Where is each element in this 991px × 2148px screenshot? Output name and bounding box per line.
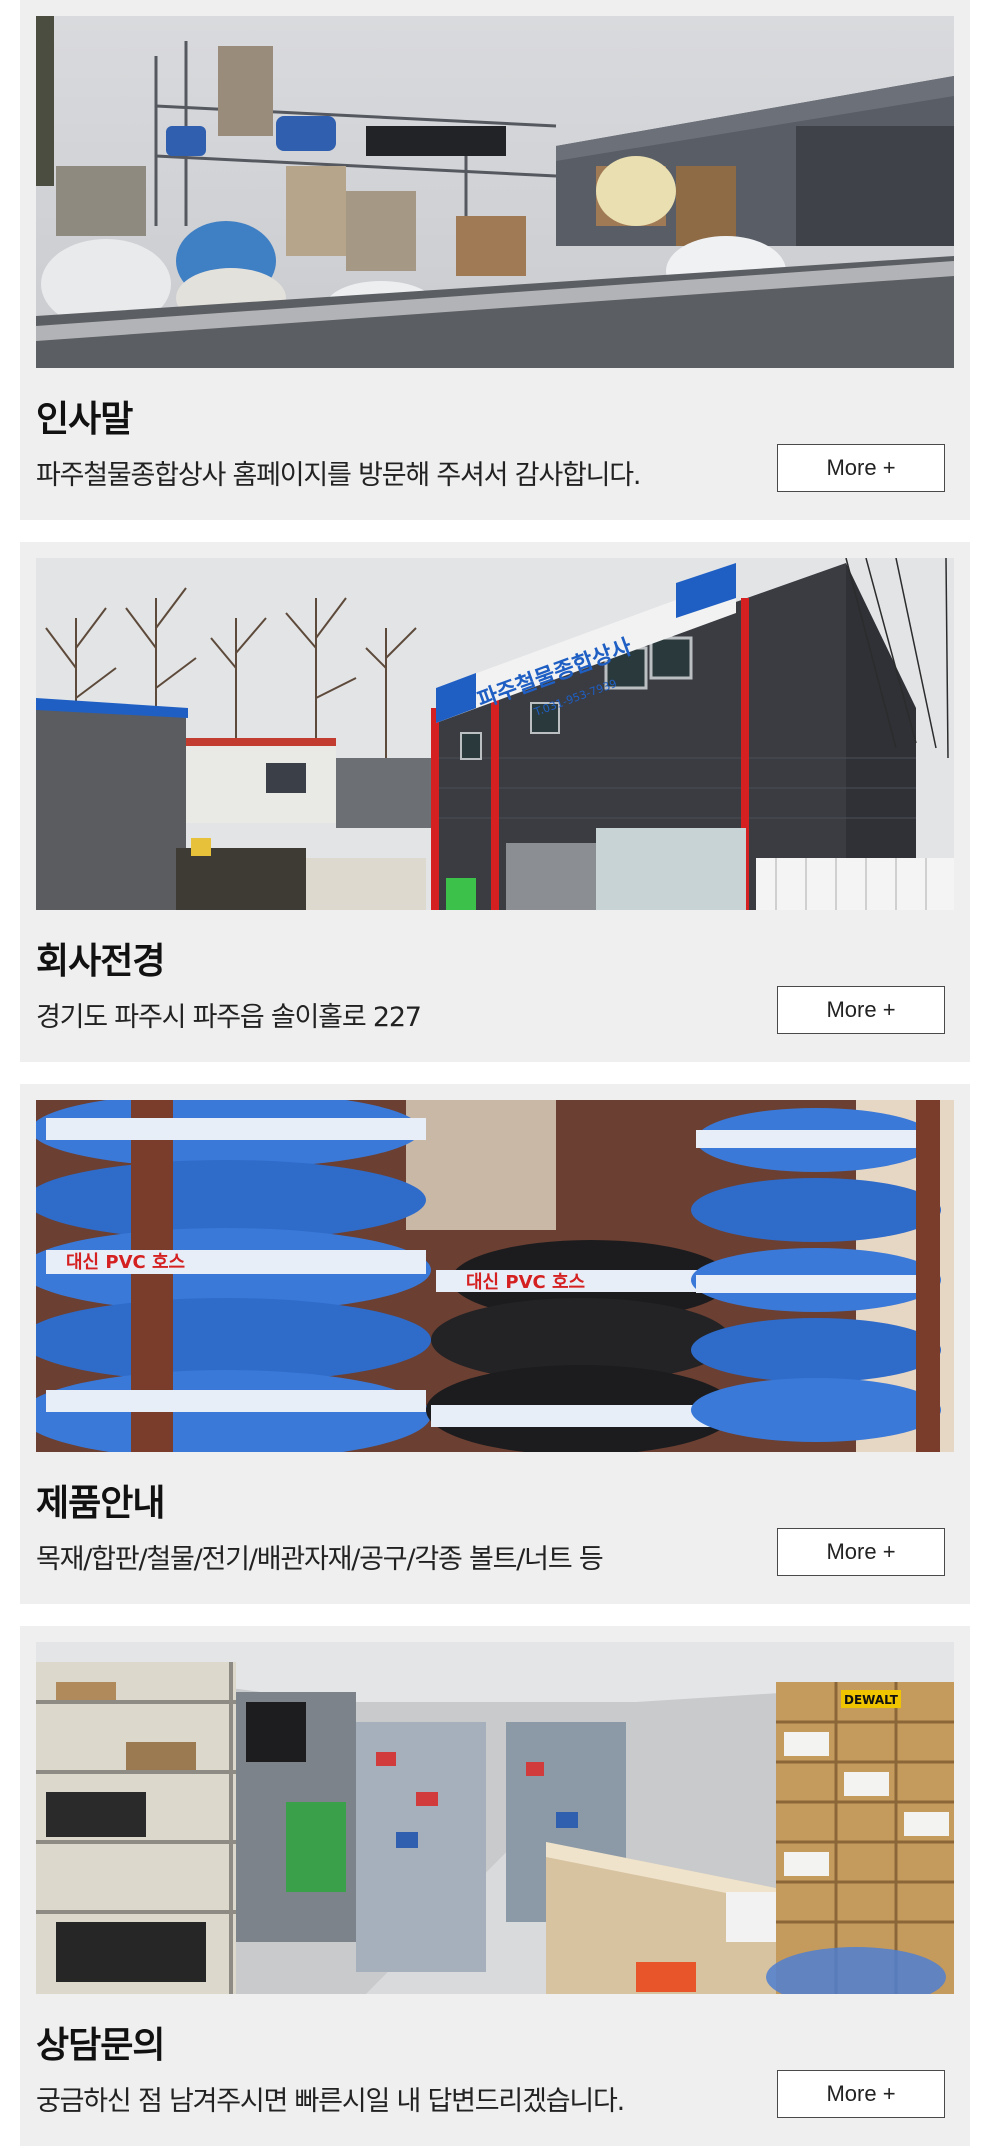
company-view-more-button[interactable]: More +	[777, 986, 945, 1034]
products-more-button[interactable]: More +	[777, 1528, 945, 1576]
hose-label-text-2: 대신 PVC 호스	[466, 1272, 585, 1293]
products-card: 대신 PVC 호스 대신 PVC 호스 제품안내 목재/합판/철물/전기/배관자…	[20, 1084, 970, 1604]
card-description: 목재/합판/철물/전기/배관자재/공구/각종 볼트/너트 등	[36, 1544, 604, 1575]
hose-label-text: 대신 PVC 호스	[66, 1252, 185, 1273]
dewalt-sign-text: DEWALT	[844, 1693, 899, 1707]
building-exterior-photo: 파주철물종합상사 T.031-953-7939	[36, 558, 954, 910]
inquiry-more-button[interactable]: More +	[777, 2070, 945, 2118]
card-description: 궁금하신 점 남겨주시면 빠른시일 내 답변드리겠습니다.	[36, 2086, 625, 2117]
greeting-card: 인사말 파주철물종합상사 홈페이지를 방문해 주셔서 감사합니다. More +	[20, 0, 970, 520]
pvc-hose-rolls-photo: 대신 PVC 호스 대신 PVC 호스	[36, 1100, 954, 1452]
card-title: 제품안내	[36, 1483, 165, 1524]
company-view-card: 파주철물종합상사 T.031-953-7939 회사전경 경기도 파주시 파주읍…	[20, 542, 970, 1062]
card-description: 경기도 파주시 파주읍 솔이홀로 227	[36, 1002, 422, 1033]
outdoor-yard-photo	[36, 16, 954, 368]
card-title: 상담문의	[36, 2025, 165, 2066]
card-title: 인사말	[36, 399, 133, 440]
card-title: 회사전경	[36, 941, 165, 982]
card-description: 파주철물종합상사 홈페이지를 방문해 주셔서 감사합니다.	[36, 460, 641, 491]
inquiry-card: DEWALT 상담문의 궁금하신 점 남겨주시면 빠른시일 내 답변드리겠습니다…	[20, 1626, 970, 2146]
greeting-more-button[interactable]: More +	[777, 444, 945, 492]
store-interior-photo: DEWALT	[36, 1642, 954, 1994]
